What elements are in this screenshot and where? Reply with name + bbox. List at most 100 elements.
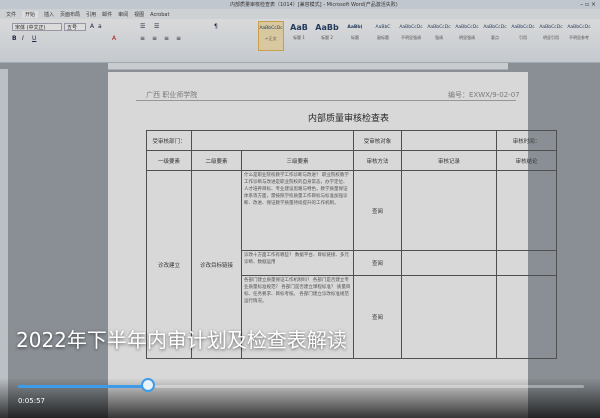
style-name: 标题 2 bbox=[321, 35, 333, 40]
bold-icon[interactable]: B bbox=[12, 35, 17, 42]
ribbon-tab[interactable]: 开始 bbox=[22, 11, 39, 18]
style-preview: AaBbCcDc bbox=[259, 26, 283, 31]
style-item[interactable]: AaBbCcDc 不明显参考 bbox=[566, 21, 592, 51]
ribbon-tab[interactable]: 插入 bbox=[44, 11, 54, 18]
object-value[interactable] bbox=[401, 130, 497, 151]
level3-cell[interactable]: 什么是职业院校教学工作诊断与改进？ 职业院校教学工作诊断与改进是职业院校的自身常… bbox=[241, 170, 354, 251]
video-caption: 2022年下半年内审计划及检查表解读 bbox=[16, 328, 347, 352]
style-name: 明显引用 bbox=[543, 35, 559, 40]
style-preview: AaBbCcDc bbox=[399, 25, 423, 30]
current-time: 0:05:57 bbox=[18, 397, 45, 405]
document-page[interactable]: 广西 职业师学院 编号：EXWX/9-02-07 内部质量审核检查表 受审核部门… bbox=[108, 72, 557, 418]
style-preview: AaBbCcDc bbox=[455, 25, 479, 30]
method-cell[interactable]: 查阅 bbox=[353, 170, 402, 251]
style-item[interactable]: AaBbCcDc 强调 bbox=[426, 21, 452, 51]
col-header-method: 审核方法 bbox=[353, 150, 402, 171]
table-row-info: 受审核部门： 受审核对象 审核时间： bbox=[146, 130, 557, 151]
style-preview: AaBbCcDc bbox=[427, 25, 451, 30]
style-preview: AaBbCcDc bbox=[483, 25, 507, 30]
ribbon-tab[interactable]: 页面布局 bbox=[60, 11, 80, 18]
header-rule bbox=[136, 100, 516, 101]
window-controls[interactable]: – ▫ × bbox=[580, 1, 596, 8]
style-item[interactable]: AaBbCcDc 明显引用 bbox=[538, 21, 564, 51]
progress-fill bbox=[18, 385, 149, 388]
grow-font-icon[interactable]: A bbox=[90, 23, 94, 30]
font-name-select[interactable]: 宋体 (中文正) bbox=[12, 23, 62, 31]
numbering-icon[interactable]: ☰ bbox=[154, 23, 159, 30]
style-item[interactable]: AaBbCcDc 明显强调 bbox=[454, 21, 480, 51]
conclusion-cell[interactable] bbox=[496, 250, 557, 276]
col-header-level1: 一级要素 bbox=[146, 150, 192, 171]
col-header-conclusion: 审核结论 bbox=[496, 150, 557, 171]
dept-label: 受审核部门： bbox=[146, 130, 192, 151]
justify-icon[interactable]: ≡ bbox=[176, 35, 181, 42]
style-item[interactable]: AaBbCcDc 引用 bbox=[510, 21, 536, 51]
record-cell[interactable] bbox=[401, 250, 497, 276]
window-title: 内部质量审核检查表（1014）[兼容模式] - Microsoft Word(产… bbox=[230, 2, 398, 8]
style-name: 标题 1 bbox=[293, 35, 305, 40]
dept-value[interactable] bbox=[191, 130, 354, 151]
record-cell[interactable] bbox=[401, 275, 497, 359]
style-preview: AaBbCcDc bbox=[511, 25, 535, 30]
conclusion-cell[interactable] bbox=[496, 170, 557, 251]
style-name: 引用 bbox=[519, 35, 527, 40]
underline-icon[interactable]: U bbox=[32, 35, 36, 42]
method-cell[interactable]: 查阅 bbox=[353, 250, 402, 276]
ribbon-tabs: 文件 开始 插入 页面布局 引用 邮件 审阅 视图 Acrobat bbox=[0, 9, 600, 19]
style-preview: AaBbCcDc bbox=[567, 25, 591, 30]
table-header-row: 一级要素 二级要素 三级要素 审核方法 审核记录 审核结论 bbox=[146, 150, 557, 171]
vertical-ruler bbox=[0, 69, 8, 418]
show-marks-icon[interactable]: ¶ bbox=[214, 23, 218, 30]
col-header-level3: 三级要素 bbox=[241, 150, 354, 171]
style-preview: AaBbC bbox=[375, 25, 391, 30]
style-item[interactable]: AaB 标题 1 bbox=[286, 21, 312, 51]
align-left-icon[interactable]: ≡ bbox=[140, 35, 145, 42]
col-header-level2: 二级要素 bbox=[191, 150, 242, 171]
ribbon-tab[interactable]: 审阅 bbox=[118, 11, 128, 18]
ribbon-tab[interactable]: 引用 bbox=[86, 11, 96, 18]
style-name: ↵正文 bbox=[265, 36, 277, 41]
horizontal-ruler[interactable] bbox=[108, 63, 508, 70]
video-frame[interactable]: 内部质量审核检查表（1014）[兼容模式] - Microsoft Word(产… bbox=[0, 0, 600, 418]
style-item[interactable]: AaBbCcDc 不明显强调 bbox=[398, 21, 424, 51]
font-size-select[interactable]: 五号 bbox=[64, 23, 86, 31]
object-label: 受审核对象 bbox=[353, 130, 402, 151]
conclusion-cell[interactable] bbox=[496, 275, 557, 359]
style-preview: AaBbCcDc bbox=[539, 25, 563, 30]
style-item[interactable]: AaBb( 标题 bbox=[342, 21, 368, 51]
method-cell[interactable]: 查阅 bbox=[353, 275, 402, 359]
ribbon-tab[interactable]: 文件 bbox=[6, 11, 16, 18]
style-item[interactable]: AaBbCcDc 要点 bbox=[482, 21, 508, 51]
ribbon-tab[interactable]: 邮件 bbox=[102, 11, 112, 18]
font-color-icon[interactable]: A bbox=[112, 35, 116, 42]
style-name: 不明显参考 bbox=[569, 35, 589, 40]
align-right-icon[interactable]: ≡ bbox=[164, 35, 169, 42]
video-controls: 0:05:57 bbox=[0, 378, 600, 418]
bullets-icon[interactable]: ☰ bbox=[140, 23, 145, 30]
window-titlebar: 内部质量审核检查表（1014）[兼容模式] - Microsoft Word(产… bbox=[0, 0, 600, 9]
style-name: 标题 bbox=[351, 35, 359, 40]
style-name: 强调 bbox=[435, 35, 443, 40]
ribbon-tab[interactable]: 视图 bbox=[134, 11, 144, 18]
style-name: 副标题 bbox=[377, 35, 389, 40]
shrink-font-icon[interactable]: a bbox=[98, 23, 102, 30]
record-cell[interactable] bbox=[401, 170, 497, 251]
style-item[interactable]: AaBb 标题 2 bbox=[314, 21, 340, 51]
level3-cell[interactable]: 诊改十方面工作有哪些？ 数据平台、目标链接、多元诊断、数据运用 bbox=[241, 250, 354, 276]
progress-track[interactable] bbox=[18, 378, 584, 392]
italic-icon[interactable]: I bbox=[22, 35, 24, 42]
style-preview: AaBb( bbox=[347, 25, 363, 30]
document-title: 内部质量审核检查表 bbox=[308, 114, 390, 124]
style-item[interactable]: AaBbC 副标题 bbox=[370, 21, 396, 51]
style-preview: AaB bbox=[290, 23, 308, 32]
style-preview: AaBb bbox=[315, 23, 339, 32]
ribbon: 宋体 (中文正) 五号 A a B I U A ☰ ☰ ≡ ≡ ≡ ≡ ¶ Aa… bbox=[0, 19, 600, 63]
ribbon-tab[interactable]: Acrobat bbox=[150, 12, 169, 18]
align-center-icon[interactable]: ≡ bbox=[152, 35, 157, 42]
header-left: 广西 职业师学院 bbox=[146, 91, 198, 99]
style-item[interactable]: AaBbCcDc ↵正文 bbox=[258, 21, 284, 51]
date-label: 审核时间： bbox=[496, 130, 557, 151]
col-header-record: 审核记录 bbox=[401, 150, 497, 171]
progress-knob[interactable] bbox=[141, 378, 156, 392]
table-row: 诊改建立 诊改目标链接 什么是职业院校教学工作诊断与改进？ 职业院校教学工作诊断… bbox=[146, 170, 557, 359]
